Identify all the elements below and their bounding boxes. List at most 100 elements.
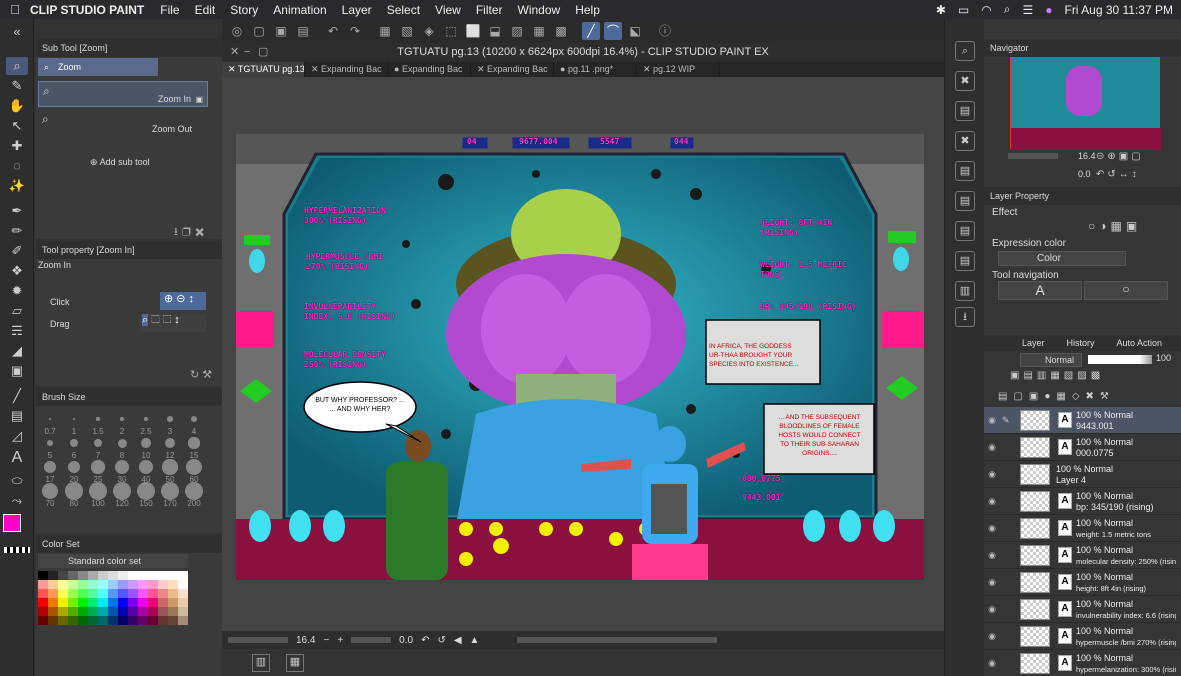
clear-icon[interactable]: ▦ [376,22,394,40]
airbrush-tool-icon[interactable]: ❖ [6,262,28,280]
color-swatch[interactable] [158,616,168,625]
gradient-tool-icon[interactable]: ▣ [6,362,28,380]
battery-icon[interactable]: ▭ [958,3,969,17]
frame-tool-icon[interactable]: ▤ [6,407,28,425]
angle-slider[interactable] [351,637,392,643]
color-swatch[interactable] [128,607,138,616]
sub-view-icon[interactable]: ✖ [955,71,975,91]
eye-icon[interactable]: ◉ [984,658,1000,669]
fill-tool-icon[interactable]: ◢ [6,342,28,360]
color-swatch[interactable] [168,589,178,598]
brush-size-option[interactable]: 25 [86,458,110,484]
brush-size-option[interactable]: 10 [134,434,158,460]
brush-size-option[interactable]: 20 [62,458,86,484]
edit-pen-icon[interactable]: ✎ [1002,415,1010,426]
color-swatch[interactable] [98,580,108,589]
brush-size-option[interactable]: 1.5 [86,410,110,436]
magic-wand-icon[interactable]: ✨ [6,177,28,195]
subtool-group-zoom[interactable]: ⌕ Zoom [38,58,158,76]
navigator-preview[interactable] [1010,57,1161,150]
color-swatch[interactable] [128,598,138,607]
animation-cels-icon[interactable]: ▦ [286,654,304,672]
brush-size-option[interactable]: 1 [62,410,86,436]
menu-edit[interactable]: Edit [195,3,216,17]
color-swatch[interactable] [98,589,108,598]
color-swatch[interactable] [118,616,128,625]
color-swatch[interactable] [148,580,158,589]
menu-file[interactable]: File [160,3,179,17]
layer-row[interactable]: ◉ A 100 % Normal bp: 345/190 (rising) [984,488,1181,515]
navigator-zoom-value[interactable]: 16.4 [1078,151,1096,161]
brush-size-option[interactable]: 60 [182,458,206,484]
pencil-tool-icon[interactable]: ✏ [6,222,28,240]
eraser-tool-icon[interactable]: ▱ [6,302,28,320]
siri-icon[interactable]: ● [1045,3,1052,17]
brush-tool-icon[interactable]: ✐ [6,242,28,260]
tool-property-settings-icon[interactable]: ↻ ⚒ [190,368,212,381]
color-swatch[interactable] [138,580,148,589]
color-swatch[interactable] [138,616,148,625]
material-icon-1[interactable]: ▤ [955,101,975,121]
color-swatch[interactable] [118,607,128,616]
layer-action-icons[interactable]: ▤▢▣●▦◇✖⚒ [998,391,1115,402]
menu-layer[interactable]: Layer [342,3,372,17]
subtool-zoom-out[interactable]: ⌕ Zoom Out [38,110,208,136]
color-swatch[interactable] [38,571,48,580]
menu-select[interactable]: Select [387,3,420,17]
layer-row[interactable]: ◉ A 100 % Normal hypermuscle /bmi 270% (ris… [984,623,1181,650]
brush-size-option[interactable]: 40 [134,458,158,484]
flip-icon[interactable]: ◀ [454,635,462,646]
material-icon-3[interactable]: ▤ [955,161,975,181]
apple-icon[interactable]:  [0,2,30,17]
color-set-selector[interactable]: Standard color set [38,554,188,568]
material-icon-2[interactable]: ✖ [955,131,975,151]
eye-icon[interactable]: ◉ [984,550,1000,561]
color-swatch[interactable] [148,616,158,625]
color-swatch[interactable] [178,571,188,580]
tab-expanding-3[interactable]: ✕ Expanding Bac [471,62,554,77]
brush-size-option[interactable]: 4 [182,410,206,436]
color-swatch[interactable] [88,598,98,607]
snap-grid-icon[interactable]: ⬕ [626,22,644,40]
color-swatch[interactable] [168,607,178,616]
color-swatch[interactable] [148,607,158,616]
color-swatch[interactable] [178,580,188,589]
spotlight-search-icon[interactable]: ⌕ [1004,2,1011,17]
color-swatch[interactable] [48,607,58,616]
color-swatch[interactable] [158,607,168,616]
layer-row[interactable]: ◉ A 100 % Normal molecular density: 250% (r… [984,542,1181,569]
snap-icon[interactable]: ▩ [552,22,570,40]
eye-icon[interactable]: ◉ [984,496,1000,507]
color-swatch[interactable] [118,580,128,589]
color-swatch[interactable] [148,598,158,607]
color-swatch[interactable] [168,616,178,625]
layer-row[interactable]: ◉ A 100 % Normal 000.0775 [984,434,1181,461]
color-swatch[interactable] [88,616,98,625]
brush-size-option[interactable]: 3 [158,410,182,436]
opacity-slider[interactable] [1088,355,1152,364]
tab-auto-action[interactable]: Auto Action [1117,335,1163,351]
color-swatch[interactable] [48,589,58,598]
eye-icon[interactable]: ◉ [984,415,1000,426]
subtool-footer-icons[interactable]: ⭳❐✖ [174,223,208,242]
layer-row[interactable]: ◉ A 100 % Normal hypermelanization: 300% (r… [984,650,1181,676]
color-swatch[interactable] [108,580,118,589]
balloon-tool-icon[interactable]: ⬭ [6,472,28,490]
color-swatch[interactable] [128,571,138,580]
layer-toolbar-icons[interactable]: ▣▤▥▦▧▨▩ [1010,370,1104,381]
wifi-icon[interactable]: ◠ [981,3,991,17]
tab-layer[interactable]: Layer [1022,335,1045,351]
horizontal-scrollbar[interactable] [517,637,718,643]
transform-icon[interactable]: ◈ [420,22,438,40]
color-swatch[interactable] [158,598,168,607]
color-swatch[interactable] [88,571,98,580]
brush-size-option[interactable]: 70 [38,482,62,508]
effect-icons[interactable]: ○◑▦▣ [1088,219,1141,233]
color-swatch[interactable] [88,580,98,589]
eye-icon[interactable]: ◉ [984,442,1000,453]
color-swatch[interactable] [58,571,68,580]
color-swatch[interactable] [138,607,148,616]
color-swatch[interactable] [78,616,88,625]
material-icon-4[interactable]: ▤ [955,191,975,211]
navigator-rotate-controls[interactable]: ↶↺↔↕ [1096,169,1140,180]
